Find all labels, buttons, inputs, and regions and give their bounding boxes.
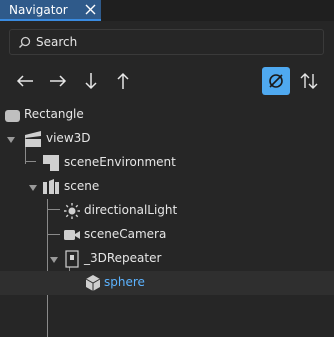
model-cube-icon bbox=[85, 275, 101, 291]
tree-item-sphere[interactable]: sphere bbox=[0, 271, 334, 295]
filter-toggle-button[interactable] bbox=[262, 67, 290, 95]
navigator-tree: Rectangle view3D sceneEnvironment scene bbox=[0, 103, 334, 337]
tree-item-scenecamera[interactable]: sceneCamera bbox=[0, 223, 334, 247]
sun-icon bbox=[64, 203, 80, 219]
empty-set-icon bbox=[269, 74, 283, 88]
chevron-down-icon[interactable] bbox=[6, 135, 16, 145]
tree-item-label: view3D bbox=[46, 131, 91, 145]
repeater-icon bbox=[65, 250, 79, 268]
chevron-down-icon[interactable] bbox=[28, 183, 38, 193]
scene-icon bbox=[43, 179, 59, 194]
tree-item-label: directionalLight bbox=[84, 203, 178, 217]
tree-item-label: sceneEnvironment bbox=[64, 155, 176, 169]
tree-item-directionallight[interactable]: directionalLight bbox=[0, 199, 334, 223]
search-input[interactable] bbox=[36, 33, 316, 51]
tree-item-sceneenvironment[interactable]: sceneEnvironment bbox=[0, 151, 334, 175]
move-up-button[interactable] bbox=[109, 67, 137, 95]
tree-item-label: Rectangle bbox=[24, 107, 84, 121]
scene-environment-icon bbox=[43, 155, 59, 171]
sort-arrows-icon bbox=[300, 73, 318, 89]
tree-item-view3d[interactable]: view3D bbox=[0, 127, 334, 151]
tree-item-rectangle[interactable]: Rectangle bbox=[0, 103, 334, 127]
move-right-button[interactable] bbox=[44, 67, 72, 95]
search-icon bbox=[19, 36, 31, 48]
tree-item-3drepeater[interactable]: _3DRepeater bbox=[0, 247, 334, 271]
arrow-down-icon bbox=[85, 73, 97, 90]
tree-item-label: sphere bbox=[104, 275, 145, 289]
move-left-button[interactable] bbox=[11, 67, 39, 95]
close-icon[interactable] bbox=[84, 3, 97, 16]
arrow-up-icon bbox=[117, 72, 129, 89]
camera-icon bbox=[64, 230, 80, 240]
chevron-down-icon[interactable] bbox=[49, 255, 59, 265]
move-down-button[interactable] bbox=[77, 67, 105, 95]
sort-button[interactable] bbox=[295, 67, 323, 95]
arrow-left-icon bbox=[16, 75, 33, 87]
rectangle-icon bbox=[5, 110, 20, 122]
arrow-right-icon bbox=[50, 75, 67, 87]
tab-navigator-label: Navigator bbox=[9, 2, 68, 17]
tree-item-label: sceneCamera bbox=[84, 227, 167, 241]
tree-item-label: scene bbox=[64, 179, 100, 193]
tab-navigator[interactable]: Navigator bbox=[0, 0, 101, 21]
navigator-toolbar bbox=[0, 63, 334, 99]
tab-bar: Navigator bbox=[0, 0, 334, 21]
tree-item-scene[interactable]: scene bbox=[0, 175, 334, 199]
search-box bbox=[9, 29, 324, 55]
view3d-icon bbox=[25, 131, 41, 147]
tree-item-label: _3DRepeater bbox=[84, 251, 162, 265]
